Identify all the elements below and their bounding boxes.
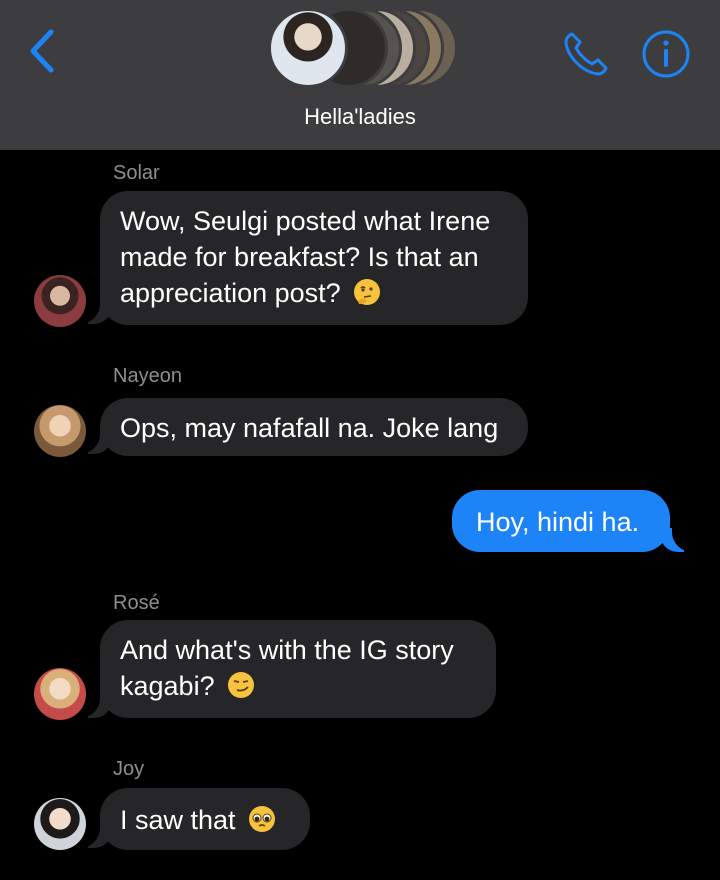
group-member-avatar: [268, 8, 348, 88]
sender-avatar[interactable]: [34, 668, 86, 720]
message-bubble[interactable]: Ops, may nafafall na. Joke lang: [100, 398, 528, 456]
info-icon: [642, 30, 690, 78]
smirking-face-emoji: [228, 672, 255, 698]
phone-icon: [564, 32, 608, 76]
message-bubble[interactable]: And what's with the IG story kagabi?: [100, 620, 496, 718]
call-button[interactable]: [560, 28, 612, 80]
message-bubble[interactable]: Wow, Seulgi posted what Irene made for b…: [100, 191, 528, 325]
thinking-face-emoji: [354, 279, 381, 305]
sender-avatar[interactable]: [34, 798, 86, 850]
message-bubble[interactable]: Hoy, hindi ha.: [452, 490, 670, 552]
message-text: Ops, may nafafall na. Joke lang: [120, 413, 499, 443]
sender-name: Rosé: [113, 592, 160, 614]
pleading-face-emoji: [249, 806, 276, 832]
group-name[interactable]: Hella'ladies: [0, 104, 720, 130]
group-avatar-stack[interactable]: [268, 6, 458, 90]
message-text: Wow, Seulgi posted what Irene made for b…: [120, 206, 491, 308]
back-button[interactable]: [22, 26, 62, 76]
message-text: I saw that: [120, 805, 236, 835]
message-bubble[interactable]: I saw that: [100, 788, 310, 850]
message-text: And what's with the IG story kagabi?: [120, 635, 454, 701]
sender-name: Solar: [113, 162, 160, 184]
sender-name: Joy: [113, 758, 145, 780]
sender-name: Nayeon: [113, 365, 182, 387]
message-text: Hoy, hindi ha.: [476, 507, 640, 537]
info-button[interactable]: [640, 28, 692, 80]
conversation-header: Hella'ladies: [0, 0, 720, 150]
sender-avatar[interactable]: [34, 275, 86, 327]
chevron-left-icon: [30, 29, 54, 73]
sender-avatar[interactable]: [34, 405, 86, 457]
